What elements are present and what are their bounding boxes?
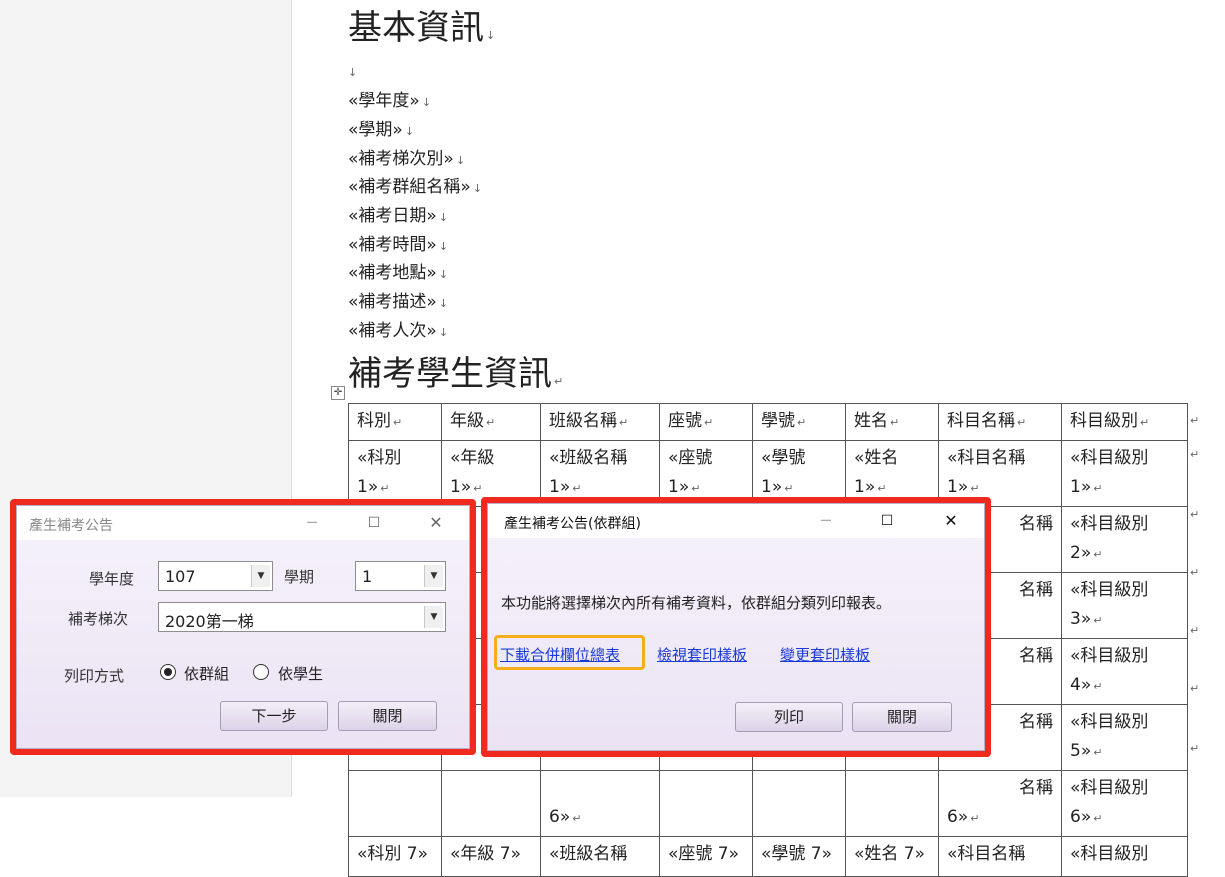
table-row: 6» ↵ 名稱 6» ↵ «科目級別 6» ↵ bbox=[348, 770, 1188, 837]
year-select[interactable]: 107 ▼ bbox=[158, 561, 273, 591]
table-cell: «科目級別 5» ↵ bbox=[1061, 704, 1188, 771]
row-end-mark: ↵ bbox=[1190, 508, 1200, 521]
field-count: «補考人次» ↓ bbox=[348, 321, 449, 341]
table-cell: «座號 7» bbox=[659, 836, 753, 877]
minimize-icon[interactable]: ─ bbox=[815, 510, 837, 532]
header-cell: 科別 ↵ bbox=[348, 403, 442, 441]
view-template-link[interactable]: 檢視套印樣板 bbox=[657, 644, 747, 665]
header-cell: 科目級別 ↵ bbox=[1061, 403, 1188, 441]
blank-line-mark: ↓ bbox=[348, 66, 358, 79]
maximize-icon[interactable]: ☐ bbox=[876, 510, 898, 532]
heading-basic-info: 基本資訊 ↓ bbox=[348, 8, 496, 48]
row-end-mark: ↵ bbox=[1190, 682, 1200, 695]
semester-value: 1 bbox=[362, 567, 373, 586]
print-button[interactable]: 列印 bbox=[735, 702, 843, 732]
header-cell: 座號 ↵ bbox=[659, 403, 753, 441]
table-cell: «科目級別 1» ↵ bbox=[1061, 440, 1188, 507]
field-time: «補考時間» ↓ bbox=[348, 235, 449, 255]
dialog1-titlebar[interactable]: 產生補考公告 ─ ☐ ✕ bbox=[17, 506, 469, 540]
table-cell: «年級 7» bbox=[441, 836, 541, 877]
dialog1-title: 產生補考公告 bbox=[29, 518, 113, 534]
semester-label: 學期 bbox=[284, 568, 315, 586]
dialog2-titlebar[interactable]: 產生補考公告(依群組) ─ ☐ ✕ bbox=[488, 504, 984, 538]
move-cross-icon[interactable]: ✛ bbox=[331, 386, 345, 400]
round-label: 補考梯次 bbox=[68, 610, 129, 628]
field-location: «補考地點» ↓ bbox=[348, 263, 449, 283]
field-group-name: «補考群組名稱» ↓ bbox=[348, 177, 483, 197]
field-round: «補考梯次別» ↓ bbox=[348, 149, 466, 169]
table-cell: «科別 7» bbox=[348, 836, 442, 877]
print-mode-label: 列印方式 bbox=[64, 667, 125, 685]
table-cell: «學號 7» bbox=[752, 836, 846, 877]
dialog2-description: 本功能將選擇梯次內所有補考資料，依群組分類列印報表。 bbox=[501, 594, 892, 612]
table-cell: «科目名稱 bbox=[938, 836, 1062, 877]
heading-student-info: 補考學生資訊 ↵ bbox=[348, 354, 564, 394]
row-end-mark: ↵ bbox=[1190, 414, 1200, 427]
close-icon[interactable]: ✕ bbox=[425, 512, 447, 534]
year-value: 107 bbox=[165, 567, 196, 586]
header-cell: 學號 ↵ bbox=[752, 403, 846, 441]
table-header-row: 科別 ↵ 年級 ↵ 班級名稱 ↵ 座號 ↵ 學號 ↵ 姓名 ↵ 科目名稱 ↵ 科目級別 ↵ bbox=[348, 403, 1188, 441]
dialog-generate-notice-by-group[interactable]: 產生補考公告(依群組) ─ ☐ ✕ 本功能將選擇梯次內所有補考資料，依群組分類列… bbox=[487, 503, 985, 751]
maximize-icon[interactable]: ☐ bbox=[363, 512, 385, 534]
chevron-down-icon[interactable]: ▼ bbox=[424, 606, 443, 628]
dialog2-title: 產生補考公告(依群組) bbox=[504, 516, 641, 532]
field-description: «補考描述» ↓ bbox=[348, 292, 449, 312]
row-end-mark: ↵ bbox=[1190, 566, 1200, 579]
round-value: 2020第一梯 bbox=[165, 612, 254, 631]
radio-by-student-label[interactable]: 依學生 bbox=[278, 663, 323, 684]
field-semester: «學期» ↓ bbox=[348, 120, 415, 140]
header-cell: 科目名稱 ↵ bbox=[938, 403, 1062, 441]
field-date: «補考日期» ↓ bbox=[348, 206, 449, 226]
minimize-icon[interactable]: ─ bbox=[301, 512, 323, 534]
field-school-year: «學年度» ↓ bbox=[348, 91, 432, 111]
next-button[interactable]: 下一步 bbox=[220, 701, 328, 731]
table-cell: «姓名 7» bbox=[845, 836, 939, 877]
table-cell: «科別 1» ↵ bbox=[348, 440, 442, 507]
row-end-mark: ↵ bbox=[1190, 742, 1200, 755]
table-cell: 名稱 6» ↵ bbox=[938, 770, 1062, 837]
header-cell: 年級 ↵ bbox=[441, 403, 541, 441]
row-end-mark: ↵ bbox=[1190, 448, 1200, 461]
download-merge-fields-link[interactable]: 下載合併欄位總表 bbox=[500, 644, 620, 665]
table-cell: 6» ↵ bbox=[540, 770, 660, 837]
radio-by-group[interactable] bbox=[160, 664, 176, 680]
chevron-down-icon[interactable]: ▼ bbox=[251, 565, 270, 587]
semester-select[interactable]: 1 ▼ bbox=[355, 561, 446, 591]
heading-student-text: 補考學生資訊 bbox=[348, 354, 552, 394]
close-button[interactable]: 關閉 bbox=[338, 701, 437, 731]
radio-by-group-label[interactable]: 依群組 bbox=[184, 663, 229, 684]
header-cell: 班級名稱 ↵ bbox=[540, 403, 660, 441]
table-cell: «科目級別 6» ↵ bbox=[1061, 770, 1188, 837]
round-select[interactable]: 2020第一梯 ▼ bbox=[158, 602, 446, 632]
row-end-mark: ↵ bbox=[1190, 624, 1200, 637]
header-cell: 姓名 ↵ bbox=[845, 403, 939, 441]
change-template-link[interactable]: 變更套印樣板 bbox=[780, 644, 870, 665]
chevron-down-icon[interactable]: ▼ bbox=[424, 565, 443, 587]
table-cell: «科目級別 bbox=[1061, 836, 1188, 877]
table-cell: «科目級別 3» ↵ bbox=[1061, 572, 1188, 639]
radio-by-student[interactable] bbox=[253, 664, 269, 680]
table-cell: «科目級別 4» ↵ bbox=[1061, 638, 1188, 705]
year-label: 學年度 bbox=[89, 570, 135, 588]
table-row: «科別 7» «年級 7» «班級名稱 «座號 7» «學號 7» «姓名 7»… bbox=[348, 836, 1188, 877]
table-cell: «班級名稱 bbox=[540, 836, 660, 877]
heading-basic-text: 基本資訊 bbox=[348, 8, 484, 48]
table-cell: «科目級別 2» ↵ bbox=[1061, 506, 1188, 573]
close-button[interactable]: 關閉 bbox=[852, 702, 952, 732]
close-icon[interactable]: ✕ bbox=[940, 510, 962, 532]
dialog-generate-notice[interactable]: 產生補考公告 ─ ☐ ✕ 學年度 107 ▼ 學期 1 ▼ 補考梯次 2020第… bbox=[16, 505, 470, 749]
